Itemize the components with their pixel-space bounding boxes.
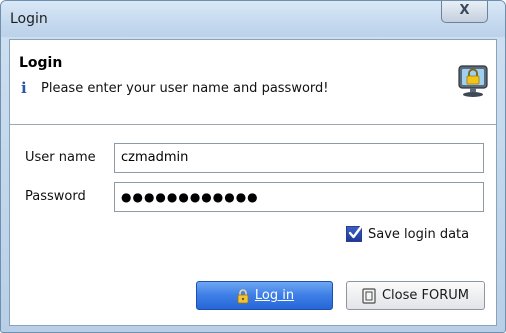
window-close-button[interactable]: X <box>441 1 488 23</box>
info-message: i Please enter your user name and passwo… <box>21 78 329 98</box>
title-bar[interactable]: Login X <box>1 1 505 37</box>
username-field[interactable]: czmadmin <box>114 143 484 173</box>
password-field[interactable]: ●●●●●●●●●●●● <box>114 182 484 212</box>
username-label: User name <box>25 150 96 165</box>
dialog-content: Login i Please enter your user name and … <box>9 39 497 326</box>
divider <box>10 124 496 125</box>
header-title: Login <box>19 55 63 71</box>
check-icon <box>348 225 363 239</box>
lock-monitor-icon <box>458 65 488 97</box>
login-window: Login X Login i Please enter your user n… <box>0 0 506 333</box>
save-login-checkbox[interactable] <box>346 225 363 242</box>
close-forum-label: Close FORUM <box>381 288 470 303</box>
close-forum-button[interactable]: Close FORUM <box>346 281 485 310</box>
close-icon: X <box>459 3 470 18</box>
save-login-label: Save login data <box>368 226 470 242</box>
save-login-option[interactable]: Save login data <box>346 225 470 242</box>
login-button-label: Log in <box>254 288 295 303</box>
window-title: Login <box>10 11 48 27</box>
info-icon: i <box>21 79 27 97</box>
exit-icon <box>362 287 376 304</box>
lock-key-icon <box>237 288 249 303</box>
info-text: Please enter your user name and password… <box>41 80 329 96</box>
password-label: Password <box>25 189 86 204</box>
login-button[interactable]: Log in <box>196 281 333 310</box>
